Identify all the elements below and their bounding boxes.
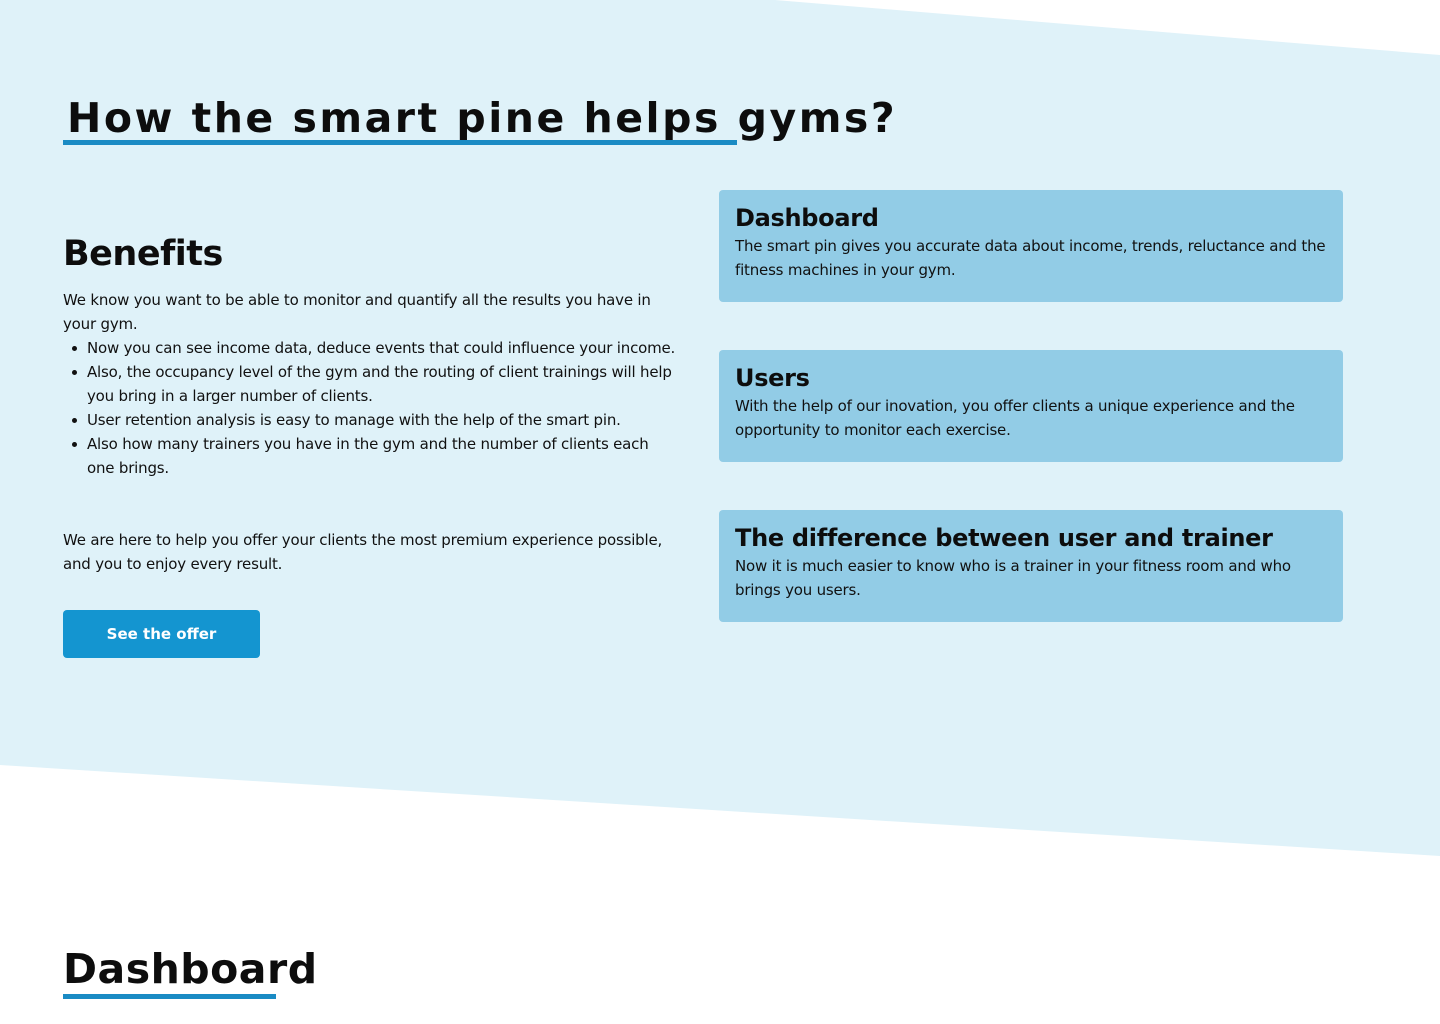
dashboard-section-title: Dashboard: [63, 945, 318, 993]
benefits-block: Benefits We know you want to be able to …: [63, 232, 679, 576]
page: How the smart pine helps gyms? Benefits …: [0, 0, 1440, 1024]
card-title: Users: [735, 364, 810, 392]
benefit-item-text: Also, the occupancy level of the gym and…: [87, 363, 672, 405]
benefit-item-text: Now you can see income data, deduce even…: [87, 339, 676, 357]
feature-card-dashboard: Dashboard The smart pin gives you accura…: [719, 190, 1343, 302]
benefits-closing: We are here to help you offer your clien…: [63, 531, 663, 573]
benefit-item: Also, the occupancy level of the gym and…: [63, 360, 679, 408]
benefit-item: Also how many trainers you have in the g…: [63, 432, 679, 480]
card-text: The smart pin gives you accurate data ab…: [735, 237, 1326, 279]
card-text: Now it is much easier to know who is a t…: [735, 557, 1291, 599]
card-title: The difference between user and trainer: [735, 524, 1273, 552]
benefits-list: Now you can see income data, deduce even…: [63, 336, 679, 480]
see-offer-button[interactable]: See the offer: [63, 610, 260, 658]
bullet-icon: [72, 418, 77, 423]
feature-card-users: Users With the help of our inovation, yo…: [719, 350, 1343, 462]
card-text: With the help of our inovation, you offe…: [735, 397, 1295, 439]
bullet-icon: [72, 370, 77, 375]
bullet-icon: [72, 346, 77, 351]
benefit-item: User retention analysis is easy to manag…: [63, 408, 679, 432]
benefit-item-text: User retention analysis is easy to manag…: [87, 411, 621, 429]
benefits-intro: We know you want to be able to monitor a…: [63, 291, 651, 333]
bullet-icon: [72, 442, 77, 447]
section-title: How the smart pine helps gyms?: [67, 94, 898, 142]
section-title-underline: [63, 140, 737, 145]
feature-cards: Dashboard The smart pin gives you accura…: [719, 190, 1343, 670]
dashboard-title-underline: [63, 994, 276, 999]
benefit-item-text: Also how many trainers you have in the g…: [87, 435, 649, 477]
benefit-item: Now you can see income data, deduce even…: [63, 336, 679, 360]
feature-card-user-vs-trainer: The difference between user and trainer …: [719, 510, 1343, 622]
benefits-heading: Benefits: [63, 234, 223, 274]
card-title: Dashboard: [735, 204, 879, 232]
